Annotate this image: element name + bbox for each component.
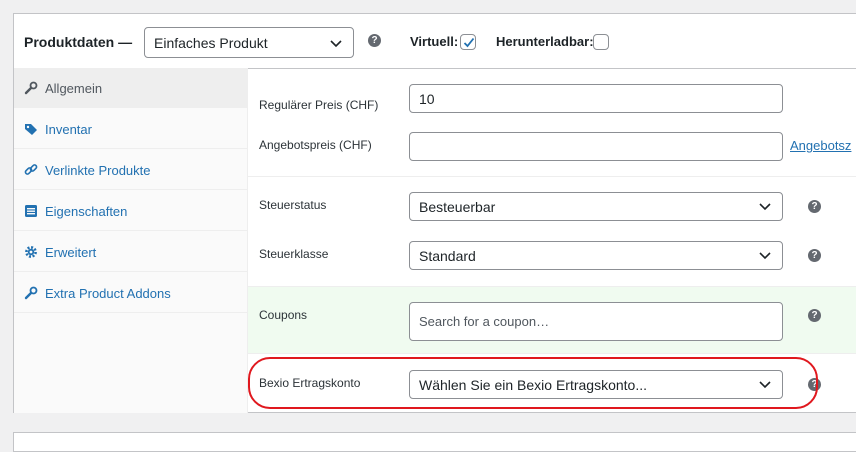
downloadable-checkbox[interactable] <box>593 34 609 50</box>
tax-class-label: Steuerklasse <box>259 247 329 261</box>
tab-eigenschaften[interactable]: Eigenschaften <box>14 191 247 231</box>
product-data-tabs: Allgemein Inventar Verlinkte Produkte Ei… <box>14 68 248 413</box>
coupons-section: Coupons Search for a coupon… ? <box>248 286 856 353</box>
sale-price-label: Angebotspreis (CHF) <box>259 138 372 152</box>
bexio-section: Bexio Ertragskonto Wählen Sie ein Bexio … <box>248 353 856 413</box>
tax-section: Steuerstatus Besteuerbar ? Steuerklasse … <box>248 176 856 286</box>
bexio-label: Bexio Ertragskonto <box>259 376 361 390</box>
schedule-sale-link[interactable]: Angebotsz <box>790 138 851 153</box>
list-icon <box>25 205 37 217</box>
coupon-search-input[interactable]: Search for a coupon… <box>409 302 783 341</box>
help-icon[interactable]: ? <box>808 309 821 322</box>
tax-class-select[interactable]: Standard <box>409 241 783 270</box>
tab-erweitert[interactable]: Erweitert <box>14 232 247 272</box>
chevron-down-icon <box>759 252 771 260</box>
help-icon[interactable]: ? <box>808 378 821 391</box>
product-type-value: Einfaches Produkt <box>154 35 268 51</box>
bexio-account-select[interactable]: Wählen Sie ein Bexio Ertragskonto... <box>409 370 783 399</box>
virtual-label: Virtuell: <box>410 34 459 49</box>
help-icon[interactable]: ? <box>368 34 381 47</box>
product-type-select[interactable]: Einfaches Produkt <box>144 27 354 58</box>
tab-label: Eigenschaften <box>45 204 128 219</box>
regular-price-input[interactable]: 10 <box>409 84 783 113</box>
virtual-checkbox[interactable] <box>460 34 476 50</box>
bexio-account-value: Wählen Sie ein Bexio Ertragskonto... <box>419 377 648 393</box>
checkmark-icon <box>463 37 475 48</box>
chevron-down-icon <box>759 381 771 389</box>
tab-extra-product-addons[interactable]: Extra Product Addons <box>14 273 247 313</box>
coupons-label: Coupons <box>259 308 308 322</box>
wrench-icon <box>24 81 38 95</box>
product-data-header: Produktdaten — Einfaches Produkt ? Virtu… <box>14 14 856 69</box>
help-icon[interactable]: ? <box>808 249 821 262</box>
tab-allgemein[interactable]: Allgemein <box>14 68 247 108</box>
tax-status-select[interactable]: Besteuerbar <box>409 192 783 221</box>
tax-class-value: Standard <box>419 248 476 264</box>
next-panel <box>13 432 856 452</box>
wrench-icon <box>24 286 38 300</box>
product-data-panel: Produktdaten — Einfaches Produkt ? Virtu… <box>13 13 856 413</box>
chevron-down-icon <box>759 203 771 211</box>
coupon-search-placeholder: Search for a coupon… <box>419 314 550 329</box>
tab-label: Erweitert <box>45 245 97 260</box>
tab-label: Inventar <box>45 122 92 137</box>
sale-price-input[interactable] <box>409 132 783 161</box>
help-icon[interactable]: ? <box>808 200 821 213</box>
tax-status-value: Besteuerbar <box>419 199 496 215</box>
gear-icon <box>25 246 37 258</box>
tab-verlinkte-produkte[interactable]: Verlinkte Produkte <box>14 150 247 190</box>
link-icon <box>24 164 38 175</box>
tab-label: Verlinkte Produkte <box>45 163 151 178</box>
tax-status-label: Steuerstatus <box>259 198 327 212</box>
chevron-down-icon <box>330 40 342 48</box>
pricing-section: Regulärer Preis (CHF) 10 Angebotspreis (… <box>248 68 856 174</box>
regular-price-label: Regulärer Preis (CHF) <box>259 98 379 112</box>
downloadable-label: Herunterladbar: <box>496 34 594 49</box>
tab-label: Allgemein <box>45 81 103 96</box>
tag-icon <box>25 124 37 135</box>
panel-title: Produktdaten — <box>24 34 133 50</box>
regular-price-value: 10 <box>419 91 435 107</box>
tab-label: Extra Product Addons <box>45 286 171 301</box>
tab-inventar[interactable]: Inventar <box>14 109 247 149</box>
